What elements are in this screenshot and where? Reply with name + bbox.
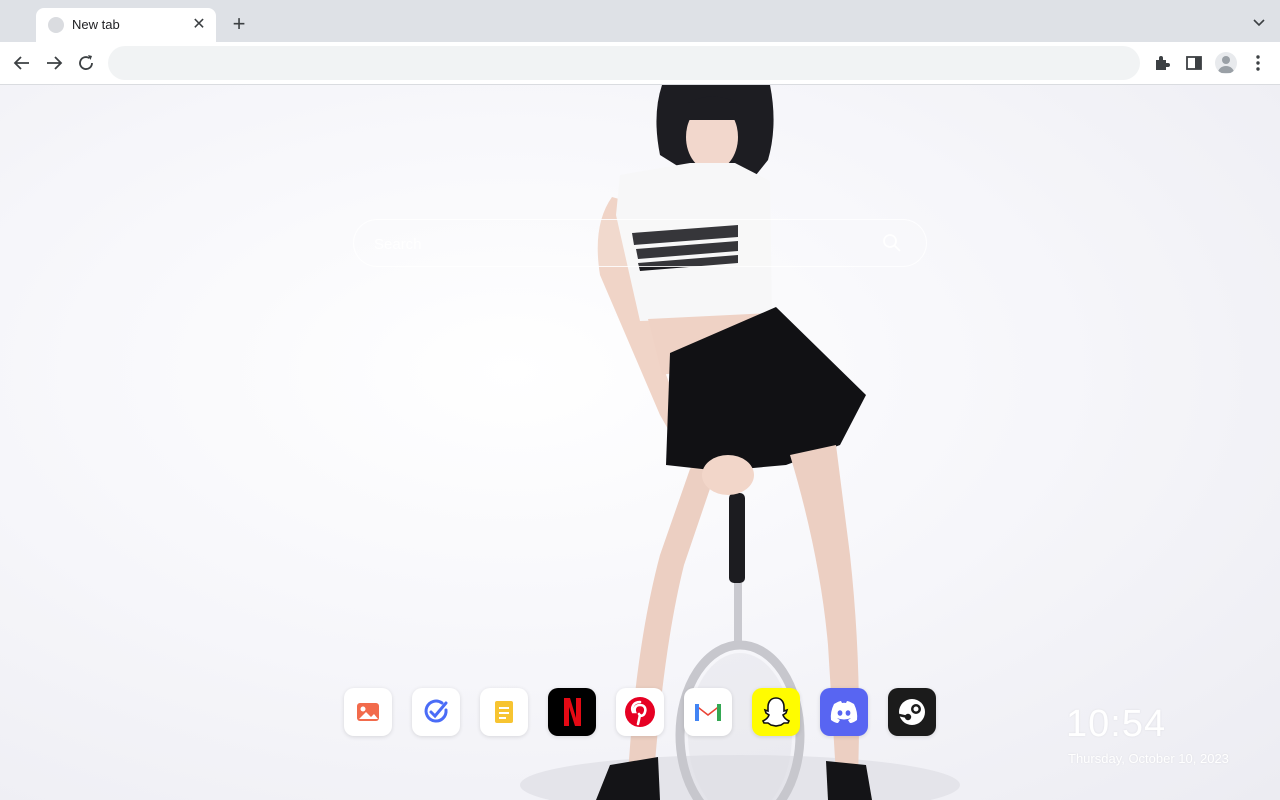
- notes-app[interactable]: [480, 688, 528, 736]
- globe-icon: [48, 17, 64, 33]
- more-menu-icon[interactable]: [1248, 53, 1268, 73]
- netflix-app[interactable]: [548, 688, 596, 736]
- gallery-app[interactable]: [344, 688, 392, 736]
- profile-avatar[interactable]: [1215, 52, 1237, 74]
- steam-icon: [898, 699, 925, 725]
- reload-icon[interactable]: [74, 51, 98, 75]
- new-tab-button[interactable]: +: [228, 13, 250, 35]
- toolbar: [0, 42, 1280, 85]
- netflix-icon: [564, 698, 581, 726]
- pinterest-app[interactable]: [616, 688, 664, 736]
- todo-app[interactable]: [412, 688, 460, 736]
- gmail-app[interactable]: [684, 688, 732, 736]
- snapchat-icon: [761, 697, 791, 727]
- close-icon[interactable]: ✕: [190, 16, 208, 34]
- side-panel-icon[interactable]: [1184, 53, 1204, 73]
- tab-title: New tab: [72, 17, 120, 32]
- image-icon: [357, 703, 379, 721]
- snapchat-app[interactable]: [752, 688, 800, 736]
- discord-app[interactable]: [820, 688, 868, 736]
- tab-strip: New tab ✕ +: [0, 0, 1280, 42]
- address-bar[interactable]: [108, 46, 1140, 80]
- gmail-icon: [695, 704, 721, 721]
- chevron-down-icon[interactable]: [1252, 15, 1266, 29]
- discord-icon: [830, 701, 858, 723]
- extensions-icon[interactable]: [1152, 53, 1172, 73]
- steam-app[interactable]: [888, 688, 936, 736]
- tab-new-tab[interactable]: New tab ✕: [36, 8, 216, 42]
- new-tab-page: 10:54 Thursday, October 10, 2023: [0, 85, 1280, 800]
- clock-date: Thursday, October 10, 2023: [1068, 751, 1229, 766]
- notes-icon: [495, 701, 513, 723]
- pinterest-icon: [625, 697, 655, 727]
- search-input[interactable]: [372, 230, 856, 258]
- person-icon: [1218, 56, 1234, 73]
- check-icon: [424, 699, 448, 723]
- forward-icon[interactable]: [42, 51, 66, 75]
- search-icon[interactable]: [882, 233, 902, 253]
- clock-time: 10:54: [1066, 703, 1167, 745]
- search-box[interactable]: [353, 219, 927, 267]
- back-icon[interactable]: [10, 51, 34, 75]
